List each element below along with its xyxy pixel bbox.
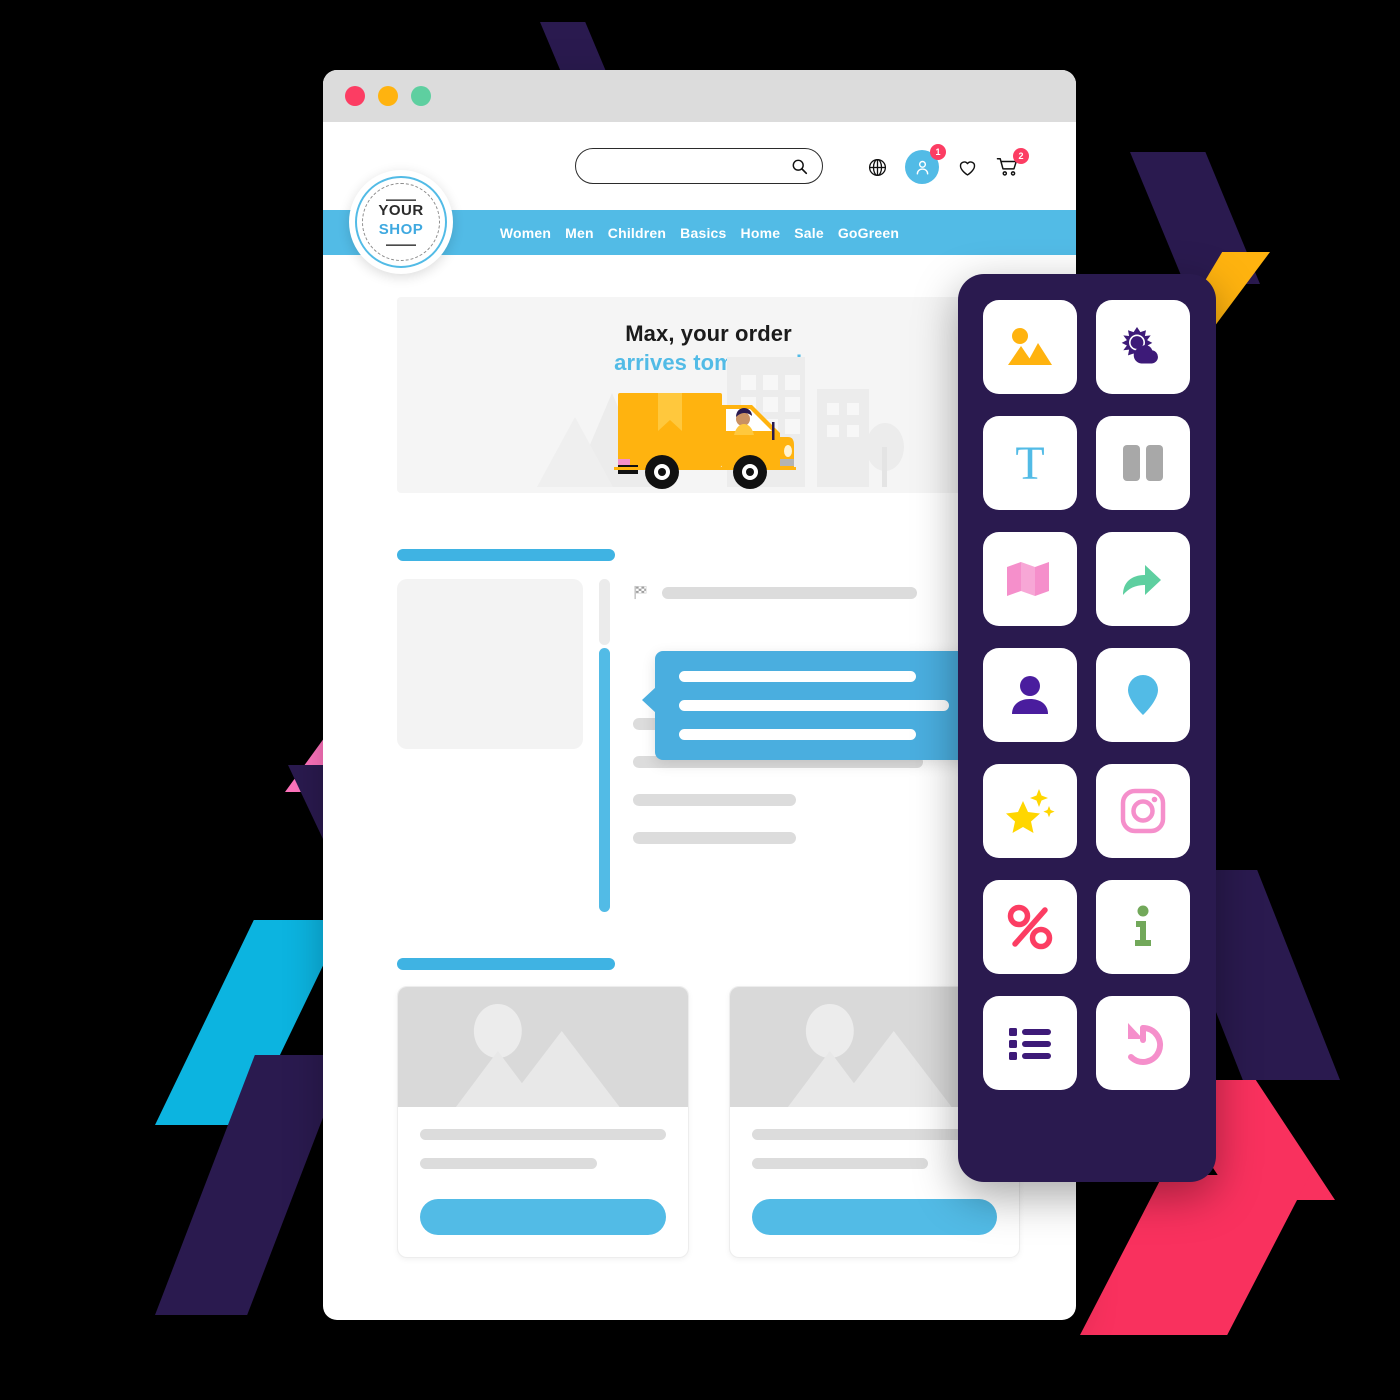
product-card-body — [398, 1107, 688, 1257]
location-pin-icon-tile[interactable] — [1096, 648, 1190, 742]
product-card-line — [751, 1158, 929, 1169]
tooltip-callout[interactable] — [642, 651, 973, 760]
map-icon — [1007, 562, 1049, 596]
section-heading-bar — [397, 549, 615, 561]
search-icon[interactable] — [791, 158, 808, 175]
product-card-button[interactable] — [420, 1199, 666, 1235]
sparkle-star-icon — [1006, 789, 1055, 833]
logo-outer-ring: YOUR SHOP — [355, 176, 447, 268]
text-icon: T — [1015, 437, 1044, 489]
window-close-button[interactable] — [345, 86, 365, 106]
progress-track-inactive — [599, 579, 610, 645]
nav-item-sale[interactable]: Sale — [794, 225, 824, 241]
content-row — [397, 579, 1020, 912]
percent-icon — [1007, 904, 1053, 950]
logo-dashed-ring: YOUR SHOP — [362, 183, 440, 261]
svg-text:T: T — [1015, 437, 1044, 489]
sparkle-star-icon-tile[interactable] — [983, 764, 1077, 858]
content-thumbnail-placeholder — [397, 579, 583, 749]
logo-rule-bottom-thin — [386, 244, 416, 246]
nav-item-basics[interactable]: Basics — [680, 225, 726, 241]
image-placeholder-icon — [455, 1004, 620, 1107]
map-icon-tile[interactable] — [983, 532, 1077, 626]
content-line — [662, 586, 917, 599]
product-card-grid — [397, 986, 1020, 1258]
instagram-icon-tile[interactable] — [1096, 764, 1190, 858]
logo-text-secondary: SHOP — [378, 220, 424, 238]
tooltip-line — [679, 729, 916, 740]
list-icon — [1009, 1028, 1051, 1060]
logo-text-primary: YOUR — [378, 201, 424, 219]
heart-wishlist-icon[interactable] — [955, 155, 979, 179]
delivery-truck-illustration — [614, 393, 796, 489]
weather-icon — [1121, 327, 1158, 364]
shopping-cart-icon[interactable]: 2 — [995, 148, 1029, 179]
browser-titlebar — [323, 70, 1076, 122]
share-icon — [1123, 565, 1161, 595]
widget-icon-panel: T — [958, 274, 1216, 1182]
tooltip-line — [679, 700, 949, 711]
nav-item-men[interactable]: Men — [565, 225, 594, 241]
progress-track-active — [599, 648, 610, 912]
section-heading-bar-secondary — [397, 958, 615, 970]
product-card-line — [420, 1129, 666, 1140]
logo-rule-top-thin — [386, 198, 416, 200]
info-icon-tile[interactable] — [1096, 880, 1190, 974]
progress-track — [599, 579, 611, 912]
columns-icon — [1123, 445, 1163, 481]
site-header: YOUR SHOP 1 2 — [323, 122, 1076, 274]
hero-banner: Max, your order arrives tomorrow! — [397, 297, 1020, 493]
undo-icon — [1128, 1023, 1164, 1065]
product-image-placeholder — [398, 987, 688, 1107]
nav-item-children[interactable]: Children — [608, 225, 666, 241]
user-account-icon[interactable]: 1 — [905, 144, 946, 184]
percent-icon-tile[interactable] — [983, 880, 1077, 974]
undo-icon-tile[interactable] — [1096, 996, 1190, 1090]
content-line — [633, 832, 796, 844]
shop-logo[interactable]: YOUR SHOP — [349, 170, 453, 274]
checkered-flag-icon — [634, 585, 647, 600]
search-bar[interactable] — [575, 148, 823, 184]
tooltip-line — [679, 671, 916, 682]
share-icon-tile[interactable] — [1096, 532, 1190, 626]
weather-icon-tile[interactable] — [1096, 300, 1190, 394]
product-card-line — [420, 1158, 597, 1169]
product-card[interactable] — [397, 986, 689, 1258]
canvas: YOUR SHOP 1 2 Women Men Children Basics … — [0, 0, 1400, 1400]
chevron-decoration-right-red — [1080, 1175, 1310, 1335]
text-icon-tile[interactable]: T — [983, 416, 1077, 510]
instagram-icon — [1120, 788, 1166, 834]
info-icon — [1135, 905, 1151, 946]
nav-item-home[interactable]: Home — [741, 225, 781, 241]
header-icon-group: 1 2 — [865, 144, 1029, 184]
cart-badge-count: 2 — [1013, 148, 1029, 164]
image-icon-tile[interactable] — [983, 300, 1077, 394]
nav-item-gogreen[interactable]: GoGreen — [838, 225, 899, 241]
content-line — [633, 794, 796, 806]
nav-item-women[interactable]: Women — [500, 225, 551, 241]
columns-icon-tile[interactable] — [1096, 416, 1190, 510]
location-pin-icon — [1128, 675, 1158, 715]
user-badge-count: 1 — [930, 144, 946, 160]
person-icon-tile[interactable] — [983, 648, 1077, 742]
list-icon-tile[interactable] — [983, 996, 1077, 1090]
window-minimize-button[interactable] — [378, 86, 398, 106]
image-icon — [1008, 328, 1052, 365]
product-card-button[interactable] — [751, 1199, 997, 1235]
search-input[interactable] — [590, 158, 791, 174]
person-icon — [1012, 676, 1048, 714]
window-maximize-button[interactable] — [411, 86, 431, 106]
globe-icon[interactable] — [865, 155, 889, 179]
